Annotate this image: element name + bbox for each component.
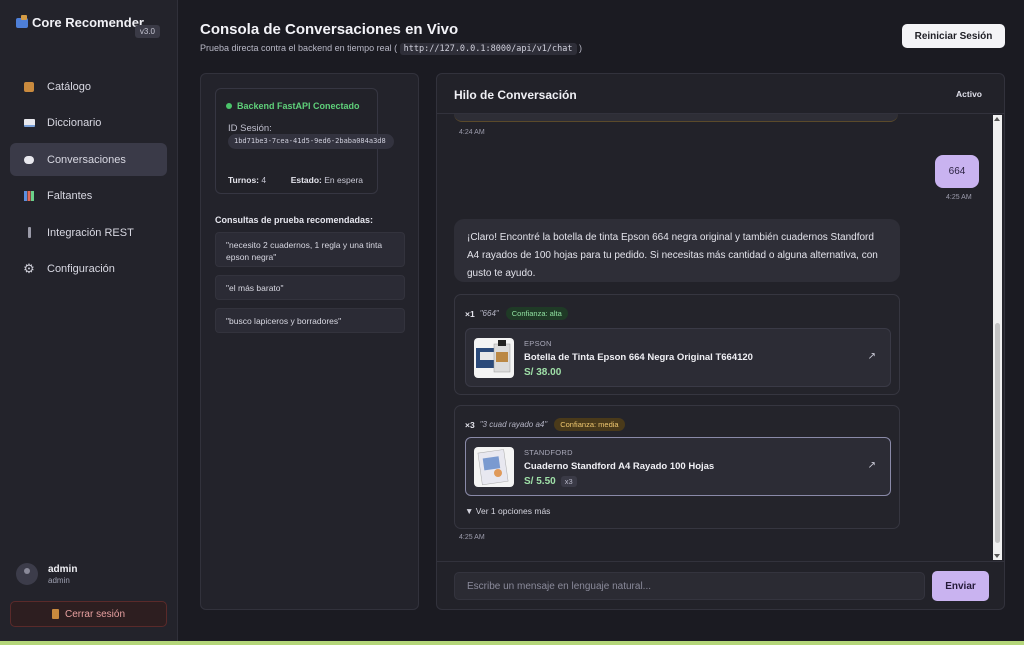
- more-options-link[interactable]: ▼ Ver 1 opciones más: [465, 506, 550, 516]
- price-value: S/ 5.50: [524, 476, 556, 487]
- product-price: S/ 38.00: [524, 367, 562, 378]
- brand-name: Core Recomender: [32, 15, 144, 30]
- session-id: 1bd71be3-7cea-41d5-9ed6-2baba084a3d8: [228, 134, 394, 149]
- suggested-query[interactable]: "el más barato": [215, 275, 405, 300]
- version-badge: v3.0: [134, 25, 160, 38]
- session-state: Estado: En espera: [291, 175, 363, 185]
- state-value: En espera: [324, 175, 363, 185]
- connection-status: Backend FastAPI Conectado: [226, 101, 360, 111]
- bot-message: ¡Claro! Encontré la botella de tinta Eps…: [454, 219, 900, 282]
- sidebar-item-label: Diccionario: [47, 117, 102, 129]
- scroll-down-icon[interactable]: [994, 554, 1000, 558]
- external-link-icon[interactable]: ↗: [868, 460, 876, 471]
- logout-button[interactable]: Cerrar sesión: [10, 601, 167, 627]
- sidebar-item-label: Integración REST: [47, 226, 134, 239]
- sidebar-item-integracion-rest[interactable]: Integración REST: [10, 216, 167, 249]
- connection-status-text: Backend FastAPI Conectado: [237, 101, 360, 111]
- user-message: 664: [935, 155, 979, 188]
- gear-icon: ⚙: [23, 261, 35, 276]
- product-brand: STANDFORD: [524, 448, 573, 457]
- turns-label: Turnos:: [228, 175, 260, 185]
- logout-label: Cerrar sesión: [64, 608, 126, 620]
- product-match-card: ×3 "3 cuad rayado a4" Confianza: media S…: [454, 405, 900, 529]
- sidebar-item-label: Catálogo: [47, 80, 92, 93]
- state-label: Estado:: [290, 175, 322, 185]
- session-panel: Backend FastAPI Conectado ID Sesión: 1bd…: [200, 73, 419, 610]
- subtitle-suffix: ): [579, 43, 583, 53]
- session-status-card: Backend FastAPI Conectado ID Sesión: 1bd…: [215, 88, 394, 194]
- sidebar-item-label: Conversaciones: [47, 153, 126, 166]
- match-header: ×1 "664" Confianza: alta: [465, 307, 568, 320]
- brand: Core Recomender v3.0: [16, 14, 166, 38]
- book-icon: [22, 116, 36, 130]
- sidebar-item-faltantes[interactable]: Faltantes: [10, 180, 167, 213]
- sidebar: Core Recomender v3.0 Catálogo Diccionari…: [0, 0, 178, 645]
- message-time: 4:25 AM: [946, 194, 972, 201]
- match-header: ×3 "3 cuad rayado a4" Confianza: media: [465, 418, 625, 431]
- conversation-status: Activo: [956, 89, 982, 99]
- confidence-badge: Confianza: media: [554, 418, 625, 431]
- sidebar-item-configuracion[interactable]: ⚙ Configuración: [10, 253, 167, 286]
- sidebar-item-conversaciones[interactable]: Conversaciones: [10, 143, 167, 176]
- box-icon: [22, 80, 36, 94]
- scrollbar[interactable]: [993, 115, 1002, 560]
- match-term: "664": [479, 309, 499, 318]
- reset-session-button[interactable]: Reiniciar Sesión: [902, 24, 1005, 48]
- session-id-label: ID Sesión:: [228, 123, 272, 134]
- bar-chart-icon: [22, 189, 36, 203]
- door-icon: [51, 609, 59, 619]
- product-card[interactable]: EPSON Botella de Tinta Epson 664 Negra O…: [465, 328, 891, 387]
- sidebar-item-diccionario[interactable]: Diccionario: [10, 107, 167, 140]
- sidebar-item-label: Configuración: [47, 263, 115, 275]
- status-dot-icon: [226, 103, 232, 109]
- sidebar-item-catalogo[interactable]: Catálogo: [10, 70, 167, 103]
- product-image: [474, 447, 514, 487]
- scroll-up-icon[interactable]: [994, 117, 1000, 121]
- match-term: "3 cuad rayado a4": [479, 420, 548, 429]
- message-composer: Enviar: [437, 561, 1004, 609]
- conversation-title: Hilo de Conversación: [454, 88, 577, 102]
- conversation-header: Hilo de Conversación Activo: [437, 74, 1004, 114]
- message-input[interactable]: [454, 572, 925, 600]
- plug-icon: [22, 226, 36, 240]
- message-time: 4:24 AM: [459, 129, 485, 136]
- external-link-icon[interactable]: ↗: [868, 351, 876, 362]
- books-icon: [16, 15, 28, 28]
- match-quantity: ×3: [465, 419, 475, 430]
- send-button[interactable]: Enviar: [932, 571, 989, 601]
- avatar: [16, 563, 38, 585]
- conversation-panel: Hilo de Conversación Activo 4:24 AM 664 …: [436, 73, 1005, 610]
- user-profile: admin admin: [16, 563, 77, 585]
- message-time: 4:25 AM: [459, 534, 485, 541]
- confidence-badge: Confianza: alta: [505, 307, 568, 320]
- scroll-thumb[interactable]: [995, 323, 1000, 543]
- window-edge: [0, 641, 1024, 645]
- chat-bubble-icon: [22, 153, 36, 167]
- sidebar-nav: Catálogo Diccionario Conversaciones Falt…: [10, 70, 167, 289]
- match-quantity: ×1: [465, 308, 475, 319]
- endpoint-url: http://127.0.0.1:8000/api/v1/chat: [399, 43, 577, 55]
- product-price: S/ 5.50 x3: [524, 476, 577, 487]
- product-image: [474, 338, 514, 378]
- suggested-queries-title: Consultas de prueba recomendadas:: [215, 215, 374, 225]
- user-role: admin: [48, 575, 70, 585]
- product-card[interactable]: STANDFORD Cuaderno Standford A4 Rayado 1…: [465, 437, 891, 496]
- sidebar-item-label: Faltantes: [47, 190, 93, 202]
- page-subtitle: Prueba directa contra el backend en tiem…: [200, 43, 583, 55]
- turns-count: Turnos: 4: [228, 175, 266, 185]
- quantity-badge: x3: [560, 476, 577, 487]
- user-name: admin: [48, 563, 78, 575]
- product-name: Cuaderno Standford A4 Rayado 100 Hojas: [524, 461, 715, 472]
- product-name: Botella de Tinta Epson 664 Negra Origina…: [524, 352, 753, 363]
- subtitle-text: Prueba directa contra el backend en tiem…: [200, 43, 398, 53]
- product-match-card: ×1 "664" Confianza: alta EPSON Botella d…: [454, 294, 900, 395]
- turns-value: 4: [261, 175, 267, 185]
- suggested-query[interactable]: "busco lapiceros y borradores": [215, 308, 405, 333]
- previous-message: [454, 114, 898, 122]
- message-thread[interactable]: 4:24 AM 664 4:25 AM ¡Claro! Encontré la …: [437, 114, 1004, 561]
- page-title: Consola de Conversaciones en Vivo: [200, 21, 459, 38]
- suggested-query[interactable]: "necesito 2 cuadernos, 1 regla y una tin…: [215, 232, 405, 267]
- product-brand: EPSON: [524, 339, 552, 348]
